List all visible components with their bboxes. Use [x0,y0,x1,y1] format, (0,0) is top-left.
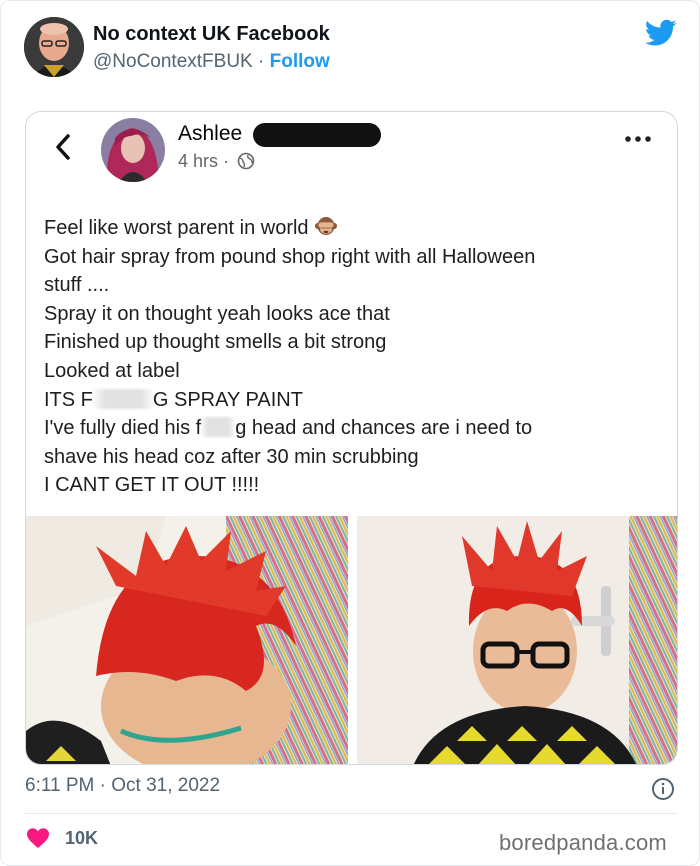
watermark: boredpanda.com [499,830,667,855]
post-line: ITS F G SPRAY PAINT [44,386,644,415]
facebook-post-screenshot[interactable]: Ashlee 4 hrs · Feel like worst parent in… [25,111,678,765]
globe-icon [237,152,255,170]
handle-separator: · [252,51,270,72]
post-line-text: Feel like worst parent in world [44,217,309,239]
poster-name[interactable]: Ashlee [178,122,242,146]
post-line: stuff .... [44,274,110,297]
twitter-bird-icon[interactable] [645,19,677,47]
heart-icon[interactable] [26,827,50,849]
redaction-bar [253,123,381,147]
tweet-embed: No context UK Facebook @NoContextFBUK · … [0,0,700,866]
post-line: Spray it on thought yeah looks ace that [44,302,390,325]
post-line: I CANT GET IT OUT !!!!! [44,474,260,497]
censor-blur [92,388,153,409]
post-line-text: G SPRAY PAINT [152,388,303,411]
post-photo-left[interactable] [26,516,348,764]
post-line: Finished up thought smells a bit strong [44,331,387,354]
poster-avatar[interactable] [101,118,165,182]
author-handle-row: @NoContextFBUK · Follow [93,51,330,73]
author-avatar[interactable] [24,17,84,77]
censor-blur [201,417,236,438]
more-options-icon[interactable] [624,134,652,144]
post-text: Feel like worst parent in world Got hair… [44,214,644,500]
author-name[interactable]: No context UK Facebook [93,23,330,46]
back-chevron-icon[interactable] [52,132,74,162]
post-time[interactable]: 4 hrs [178,151,218,171]
post-meta: 4 hrs · [178,151,255,172]
see-no-evil-monkey-icon [315,217,338,235]
like-count[interactable]: 10K [65,828,98,849]
post-line: Looked at label [44,359,180,382]
post-line: I've fully died his f g head and chances … [44,414,644,443]
post-line: Feel like worst parent in world [44,214,644,243]
tweet-timestamp[interactable]: 6:11 PM · Oct 31, 2022 [25,775,220,797]
post-photo-right[interactable] [357,516,677,764]
info-icon[interactable] [651,777,675,801]
meta-separator: · [218,151,235,171]
post-line: shave his head coz after 30 min scrubbin… [44,445,419,468]
post-line: Got hair spray from pound shop right wit… [44,245,536,268]
author-handle[interactable]: @NoContextFBUK [93,51,253,72]
post-line-text: I've fully died his f [44,417,202,440]
post-line-text: g head and chances are i need to [235,417,533,440]
divider [25,813,677,814]
post-line-text: ITS F [44,388,93,411]
follow-button[interactable]: Follow [270,51,330,72]
